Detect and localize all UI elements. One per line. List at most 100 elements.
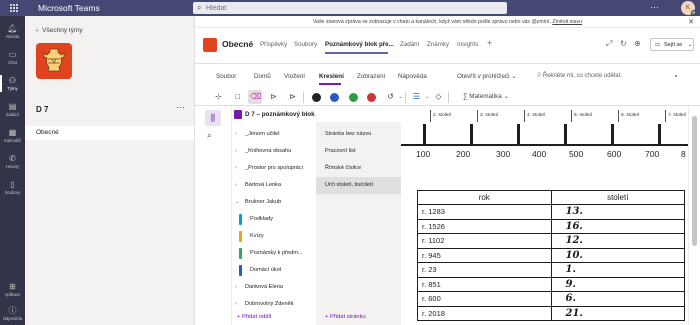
- ribbon-tab-insert[interactable]: Vložení: [284, 73, 305, 80]
- pen-color-red[interactable]: [367, 93, 376, 102]
- page-item-selected[interactable]: Urči století, tisíciletí: [316, 177, 401, 194]
- page-item[interactable]: Stránka bez názvu: [316, 126, 401, 143]
- tab-posts[interactable]: Příspěvky: [260, 41, 287, 48]
- search-input[interactable]: [206, 2, 502, 14]
- tab-class-notebook[interactable]: Poznámkový blok pře...: [325, 41, 394, 48]
- amphora-icon: [43, 48, 65, 72]
- section-list: › _Jenom učitel › _Knihovna obsahu › _Pr…: [232, 122, 316, 325]
- table-row: r. 1102 12.: [417, 233, 685, 249]
- timeline-label: 8: [681, 149, 686, 159]
- team-more-options[interactable]: ···: [176, 102, 185, 112]
- chevron-down-icon[interactable]: ⌄: [422, 92, 433, 102]
- rail-item-assignments[interactable]: ▤ Zadání: [0, 102, 25, 118]
- chat-icon: ▭: [8, 50, 17, 59]
- ribbon-tab-draw[interactable]: Kreslení: [319, 73, 344, 80]
- channel-header: Obecné Příspěvky Soubory Poznámkový blok…: [195, 28, 700, 64]
- math-button[interactable]: ∑ Matematika ⌄: [463, 93, 509, 100]
- timeline-header-cell: [401, 110, 431, 122]
- scroll-thumb[interactable]: [692, 116, 697, 246]
- close-icon[interactable]: ✕: [688, 18, 694, 26]
- search-icon: ⌕: [197, 3, 202, 12]
- tab-grades[interactable]: Známky: [427, 41, 449, 48]
- more-options-icon[interactable]: ···: [650, 2, 659, 12]
- tab-assignments[interactable]: Zadání: [400, 41, 419, 48]
- ribbon-tab-help[interactable]: Nápověda: [398, 73, 427, 80]
- section-item[interactable]: › _Jenom učitel: [232, 126, 316, 143]
- chevron-down-icon: ⌄: [511, 73, 517, 80]
- calendar-icon: ▦: [8, 128, 17, 137]
- add-tab-icon[interactable]: +: [487, 38, 492, 48]
- notebook-title[interactable]: D 7 – poznámkový blok: [245, 111, 315, 118]
- rail-item-apps[interactable]: ⊞ Aplikace: [0, 282, 25, 298]
- channel-item-general[interactable]: Obecné: [25, 126, 194, 140]
- globe-icon[interactable]: ⊕: [634, 39, 641, 48]
- section-group-expanded[interactable]: ⌄ Brukner Jakub: [232, 194, 316, 211]
- add-page-button[interactable]: + Přidat stránku: [325, 314, 366, 320]
- eraser-size-icon[interactable]: ◇: [433, 92, 444, 102]
- tab-insights[interactable]: Insights: [457, 41, 478, 48]
- section-item[interactable]: Podklady: [232, 211, 316, 228]
- meet-now-button[interactable]: ▭ Sejít se ⌄: [650, 38, 694, 51]
- ribbon-tab-file[interactable]: Soubor: [216, 73, 236, 80]
- ribbon-tab-home[interactable]: Domů: [254, 73, 271, 80]
- rail-item-teams[interactable]: ⚇ Týmy: [0, 75, 25, 92]
- search-box[interactable]: ⌕: [193, 2, 507, 14]
- help-icon: ⓘ: [8, 306, 17, 315]
- page-scrollbar[interactable]: [688, 106, 700, 325]
- active-tab-indicator: [325, 52, 388, 54]
- tab-files[interactable]: Soubory: [294, 41, 317, 48]
- handwritten-answer: 6.: [550, 291, 685, 307]
- section-item[interactable]: › Dobrovolný Zdeněk: [232, 296, 316, 313]
- section-item[interactable]: › _Prostor pro spolupráci: [232, 160, 316, 177]
- section-item[interactable]: › Danková Elena: [232, 279, 316, 296]
- pen-color-green[interactable]: [349, 93, 358, 102]
- line-weight-icon[interactable]: ☰: [411, 92, 422, 102]
- add-section-button[interactable]: + Přidat oddíl: [237, 314, 271, 320]
- section-color-tab: [239, 248, 242, 259]
- app-launcher-icon[interactable]: [10, 4, 19, 13]
- pen-color-black[interactable]: [312, 93, 321, 102]
- rail-item-files[interactable]: ▯ Soubory: [0, 180, 25, 196]
- lasso-select-icon[interactable]: ⊹: [213, 92, 224, 102]
- rail-item-chat[interactable]: ▭ Chat: [0, 50, 25, 66]
- timeline-header-cell: 2. století: [431, 110, 478, 122]
- table-row: r. 2018 21.: [417, 305, 685, 321]
- page-list: Stránka bez názvu Pracovní list Římské č…: [316, 122, 401, 325]
- notebooks-icon[interactable]: ⫼: [205, 110, 221, 126]
- chat-icon[interactable]: ◔: [673, 72, 678, 81]
- table-row: r. 851 9.: [417, 276, 685, 292]
- channel-name: Obecné: [222, 39, 254, 49]
- timeline-header-cell: 6. století: [619, 110, 666, 122]
- pen-color-blue[interactable]: [330, 93, 339, 102]
- page-canvas[interactable]: 2. století 3. století 4. století 5. stol…: [401, 106, 688, 325]
- pen-icon[interactable]: ⊳: [268, 92, 279, 102]
- table-row: r. 945 10.: [417, 247, 685, 263]
- tell-me-search[interactable]: 💡︎ Řekněte mi, co chcete udělat.: [537, 73, 622, 80]
- banner-message: Vaše stavová zpráva se zobrazuje v chatu…: [312, 19, 551, 25]
- section-item[interactable]: › Bártová Lenka: [232, 177, 316, 194]
- eraser-icon[interactable]: ⌫: [250, 92, 261, 102]
- expand-icon[interactable]: ⤢: [606, 39, 612, 49]
- section-item[interactable]: › _Knihovna obsahu: [232, 143, 316, 160]
- page-item[interactable]: Pracovní list: [316, 143, 401, 160]
- rail-item-help[interactable]: ⓘ Nápověda: [0, 306, 25, 322]
- banner-link[interactable]: Změnit stavu: [552, 19, 582, 25]
- section-item[interactable]: Poznámky k předm...: [232, 245, 316, 262]
- rail-item-calendar[interactable]: ▦ Kalendář: [0, 128, 25, 144]
- refresh-icon[interactable]: ↻: [620, 39, 627, 48]
- timeline-label: 300: [496, 149, 511, 159]
- all-teams-link[interactable]: ‹ Všechny týmy: [36, 27, 87, 34]
- search-icon[interactable]: ⌕: [207, 131, 211, 141]
- select-rectangle-icon[interactable]: □: [232, 92, 243, 102]
- rail-item-activity[interactable]: 🔔︎ Aktivita: [0, 24, 25, 40]
- apps-icon: ⊞: [9, 282, 16, 291]
- section-item-selected[interactable]: Domácí úkol: [232, 262, 316, 279]
- timeline-tick: [564, 124, 567, 144]
- ribbon-tab-view[interactable]: Zobrazení: [357, 73, 385, 80]
- marker-icon[interactable]: ⊳: [287, 92, 298, 102]
- section-item[interactable]: Kvízy: [232, 228, 316, 245]
- open-in-browser-button[interactable]: Otevřít v prohlížeči ⌄: [457, 73, 517, 80]
- rail-item-calls[interactable]: ✆ Hovory: [0, 154, 25, 170]
- page-item[interactable]: Římské číslice: [316, 160, 401, 177]
- chevron-down-icon: ⌄: [235, 199, 240, 205]
